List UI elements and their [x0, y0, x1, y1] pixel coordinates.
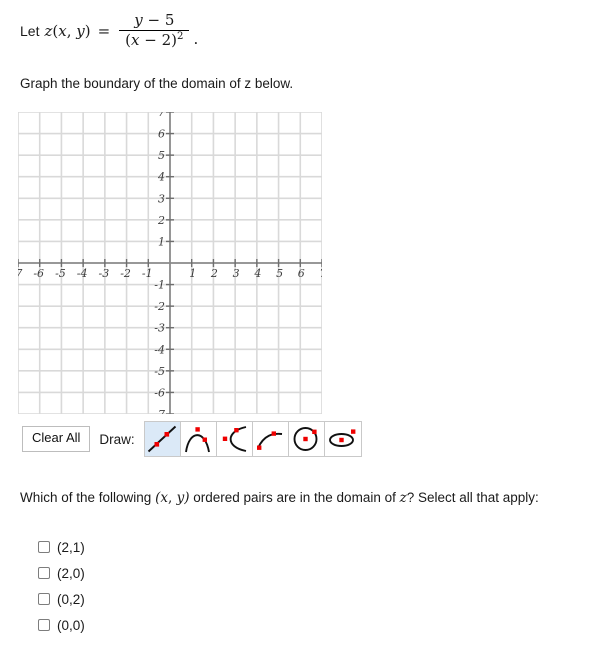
choice-checkbox-2[interactable] [38, 593, 50, 605]
drawing-toolbar: Clear All Draw: [22, 421, 362, 457]
fraction: y − 5 (x − 2)2 [119, 11, 190, 50]
tick-label: 6 [158, 128, 165, 141]
tick-label: -3 [154, 322, 165, 335]
choice-checkbox-0[interactable] [38, 541, 50, 553]
tick-label: 7 [158, 112, 165, 119]
choice-row[interactable]: (2,0) [38, 560, 368, 586]
choice-checkbox-3[interactable] [38, 619, 50, 631]
tick-label: -3 [98, 267, 109, 280]
tool-strip [143, 421, 362, 457]
tick-label: 5 [276, 267, 283, 280]
parabola-tool-button[interactable] [180, 422, 217, 456]
choice-label-0[interactable]: (2,1) [57, 540, 85, 555]
tick-label: 2 [157, 214, 165, 227]
equals-sign: = [97, 21, 111, 40]
tick-label: -2 [120, 267, 131, 280]
tick-label: 1 [189, 267, 196, 280]
draw-label: Draw: [99, 431, 135, 447]
sideways-parabola-tool-button[interactable] [216, 422, 253, 456]
tick-label: 5 [158, 149, 165, 162]
choice-list: (2,1) (2,0) (0,2) (0,0) [38, 534, 368, 638]
tick-label: -4 [77, 267, 88, 280]
tick-label: -2 [154, 300, 165, 313]
tick-label: 6 [298, 267, 305, 280]
tick-label: 1 [158, 235, 165, 248]
circle-icon [293, 427, 318, 451]
tick-label: -7 [154, 408, 165, 414]
line-icon [148, 425, 177, 453]
tick-label: 3 [233, 267, 240, 280]
graph-instruction: Graph the boundary of the domain of z be… [20, 76, 294, 91]
denominator-exponent: 2 [177, 31, 184, 43]
fraction-numerator: y − 5 [134, 11, 175, 29]
ellipse-tool-button[interactable] [324, 422, 361, 456]
tick-label: 7 [320, 267, 323, 280]
fraction-denominator: (x − 2)2 [125, 31, 184, 50]
tick-label: -6 [33, 267, 44, 280]
tick-label: 3 [158, 192, 165, 205]
tick-label: -5 [154, 365, 165, 378]
tick-label: -6 [154, 386, 165, 399]
tick-label: -4 [154, 343, 165, 356]
tick-label: 4 [253, 267, 261, 280]
choice-checkbox-1[interactable] [38, 567, 50, 579]
choice-row[interactable]: (0,0) [38, 612, 368, 638]
problem-statement: Let z(x, y) = y − 5 (x − 2)2 . [20, 11, 199, 50]
tick-label: -1 [142, 267, 153, 280]
choice-row[interactable]: (0,2) [38, 586, 368, 612]
problem-lead: Let [20, 22, 40, 39]
tick-label: -1 [154, 279, 165, 292]
choice-label-1[interactable]: (2,0) [57, 566, 85, 581]
graph-canvas[interactable]: -7-6-5-4-3-2-112345677654321-1-2-3-4-5-6… [18, 112, 322, 414]
parabola-icon [185, 427, 211, 453]
line-tool-button[interactable] [144, 422, 181, 456]
tick-label: -5 [55, 267, 66, 280]
question-text: Which of the following (x, y) ordered pa… [20, 490, 539, 506]
choice-label-2[interactable]: (0,2) [57, 592, 85, 607]
sideways-parabola-icon [222, 426, 247, 452]
choice-row[interactable]: (2,1) [38, 534, 368, 560]
arc-tool-button[interactable] [252, 422, 289, 456]
ellipse-icon [328, 429, 356, 447]
choice-label-3[interactable]: (0,0) [57, 618, 85, 633]
circle-tool-button[interactable] [288, 422, 325, 456]
tick-label: 2 [210, 267, 218, 280]
tick-label: -7 [18, 267, 22, 280]
function-name: z(x, y) [44, 21, 91, 40]
arc-icon [257, 431, 283, 450]
clear-all-button[interactable]: Clear All [22, 426, 91, 452]
trailing-period: . [193, 29, 199, 48]
coordinate-graph[interactable]: -7-6-5-4-3-2-112345677654321-1-2-3-4-5-6… [18, 112, 322, 414]
tick-label: 4 [157, 171, 165, 184]
